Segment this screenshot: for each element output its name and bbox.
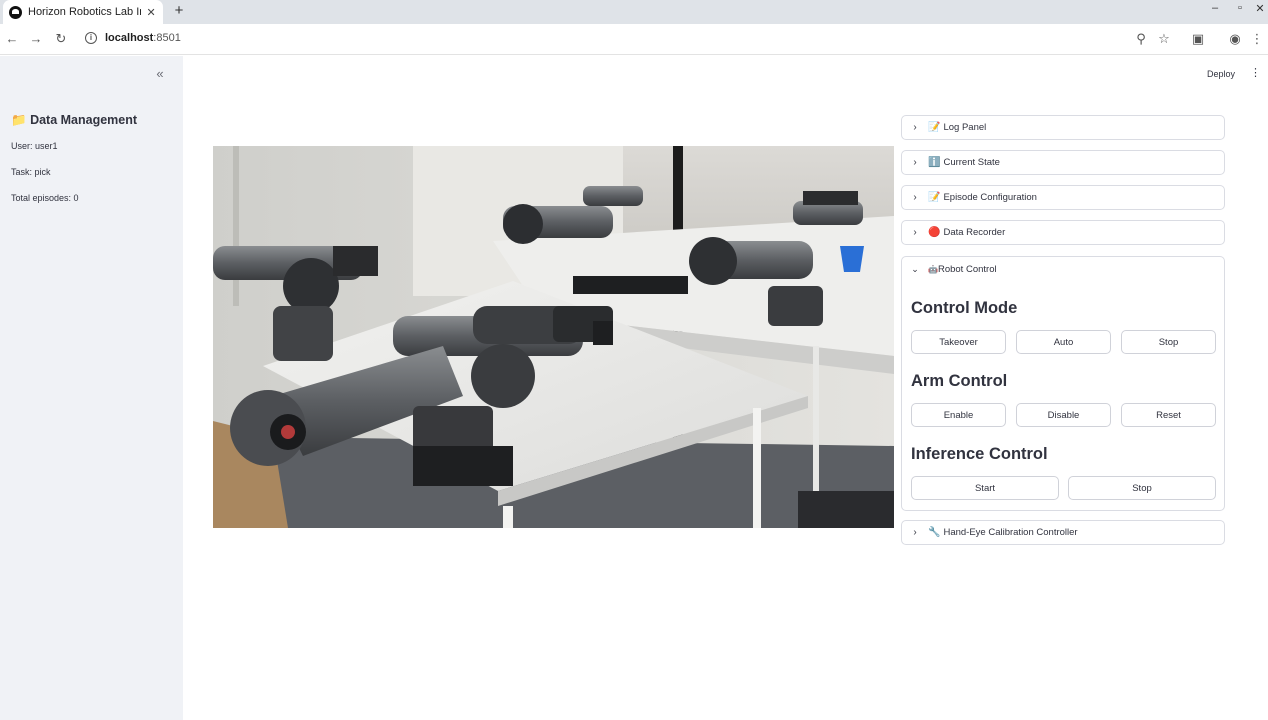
- reading-mode-icon[interactable]: ▣: [1190, 31, 1206, 47]
- red-circle-icon: 🔴: [928, 227, 941, 238]
- forward-icon[interactable]: →: [28, 31, 44, 47]
- inference-control-heading: Inference Control: [911, 445, 1048, 463]
- chevron-right-icon: ›: [913, 527, 917, 538]
- expander-robot-control: ⌄ 🤖Robot Control Control Mode Takeover A…: [901, 256, 1225, 511]
- browser-toolbar: ← → ↻ i localhost:8501 ⚲ ☆ ▣ ◉ ⋮: [0, 24, 1268, 55]
- stop-mode-button[interactable]: Stop: [1121, 330, 1216, 354]
- expander-label: Log Panel: [943, 122, 987, 133]
- browser-tab[interactable]: Horizon Robotics Lab Inf ✕: [3, 0, 163, 24]
- profile-icon[interactable]: ◉: [1227, 31, 1243, 47]
- chevron-right-icon: ›: [913, 157, 917, 168]
- sidebar-task: Task: pick: [11, 167, 51, 177]
- takeover-button[interactable]: Takeover: [911, 330, 1006, 354]
- camera-feed-image: [213, 146, 894, 528]
- start-inference-button[interactable]: Start: [911, 476, 1059, 500]
- folder-icon: 📁: [11, 113, 27, 127]
- reload-icon[interactable]: ↻: [53, 31, 69, 47]
- expander-hand-eye-calibration[interactable]: › 🔧 Hand-Eye Calibration Controller: [901, 520, 1225, 545]
- expander-data-recorder[interactable]: › 🔴 Data Recorder: [901, 220, 1225, 245]
- deploy-button[interactable]: Deploy: [1207, 69, 1235, 79]
- sidebar-title: 📁 Data Management: [11, 113, 137, 128]
- chevron-right-icon: ›: [913, 192, 917, 203]
- close-window-icon[interactable]: ✕: [1252, 2, 1268, 15]
- stop-inference-button[interactable]: Stop: [1068, 476, 1216, 500]
- wrench-icon: 🔧: [928, 527, 941, 538]
- sidebar-title-text: Data Management: [30, 113, 138, 127]
- bookmark-star-icon[interactable]: ☆: [1156, 31, 1172, 47]
- browser-tabstrip: Horizon Robotics Lab Inf ✕ + – ▫ ✕: [0, 0, 1268, 24]
- expander-label: 🤖Robot Control: [928, 263, 997, 275]
- expander-log-panel[interactable]: › 📝 Log Panel: [901, 115, 1225, 140]
- expander-label: Current State: [943, 157, 1000, 168]
- robot-icon: 🤖: [928, 264, 938, 274]
- chevron-down-icon: ⌄: [911, 263, 919, 274]
- memo-icon: 📝: [928, 122, 941, 133]
- memo-icon: 📝: [928, 192, 941, 203]
- chevron-right-icon: ›: [913, 122, 917, 133]
- arm-control-heading: Arm Control: [911, 372, 1008, 390]
- sidebar-episodes: Total episodes: 0: [11, 193, 79, 203]
- expander-episode-configuration[interactable]: › 📝 Episode Configuration: [901, 185, 1225, 210]
- info-icon: ℹ️: [928, 157, 941, 168]
- tab-title: Horizon Robotics Lab Inf: [28, 6, 142, 18]
- collapse-sidebar-icon[interactable]: «: [152, 66, 168, 81]
- address-bar[interactable]: localhost:8501: [105, 32, 181, 44]
- restore-window-icon[interactable]: ▫: [1232, 2, 1248, 14]
- disable-button[interactable]: Disable: [1016, 403, 1111, 427]
- sidebar: « 📁 Data Management User: user1 Task: pi…: [0, 56, 183, 720]
- robot-control-header[interactable]: ⌄ 🤖Robot Control: [902, 257, 1224, 281]
- app-menu-icon[interactable]: ⋮: [1250, 67, 1261, 79]
- url-port: :8501: [153, 32, 181, 44]
- reset-button[interactable]: Reset: [1121, 403, 1216, 427]
- enable-button[interactable]: Enable: [911, 403, 1006, 427]
- site-info-icon[interactable]: i: [85, 32, 97, 44]
- control-mode-heading: Control Mode: [911, 299, 1018, 317]
- close-tab-icon[interactable]: ✕: [145, 6, 157, 19]
- expander-current-state[interactable]: › ℹ️ Current State: [901, 150, 1225, 175]
- back-icon[interactable]: ←: [4, 31, 20, 47]
- chevron-right-icon: ›: [913, 227, 917, 238]
- url-host: localhost: [105, 32, 154, 44]
- zoom-icon[interactable]: ⚲: [1133, 31, 1149, 47]
- sidebar-user: User: user1: [11, 141, 58, 151]
- minimize-window-icon[interactable]: –: [1207, 2, 1223, 14]
- expander-label: Hand-Eye Calibration Controller: [943, 527, 1078, 538]
- new-tab-button[interactable]: +: [171, 3, 187, 19]
- expander-label: Episode Configuration: [943, 192, 1037, 203]
- expander-label: Data Recorder: [943, 227, 1006, 238]
- app-favicon-icon: [9, 5, 22, 19]
- auto-button[interactable]: Auto: [1016, 330, 1111, 354]
- browser-menu-icon[interactable]: ⋮: [1249, 31, 1265, 47]
